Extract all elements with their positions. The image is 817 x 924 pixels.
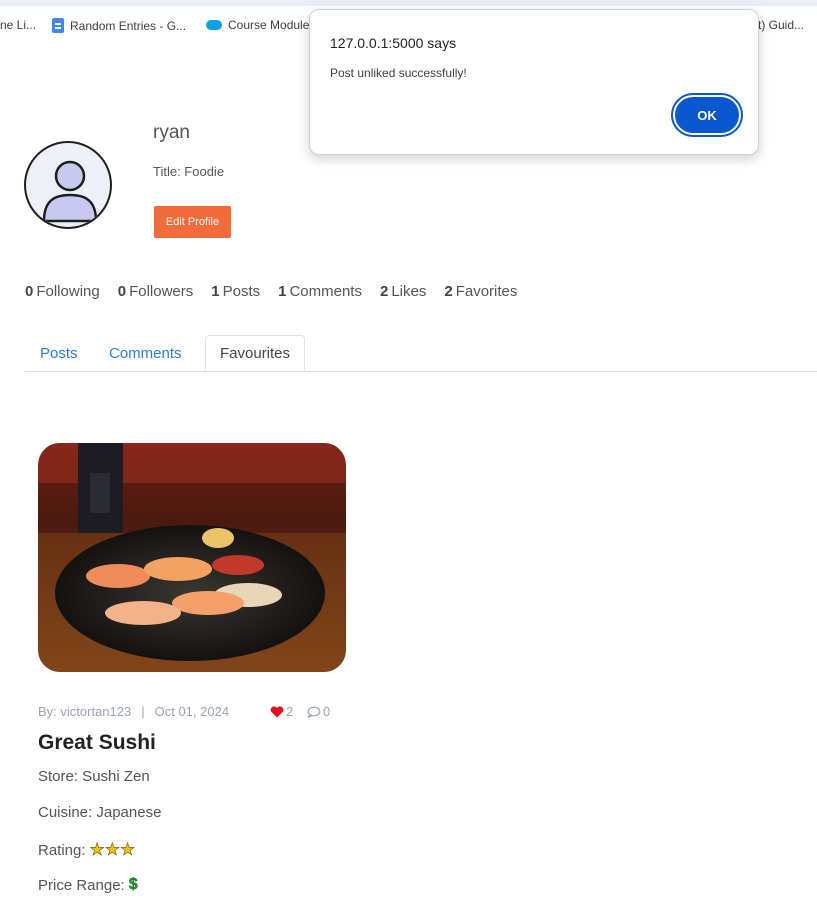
stat-favorites: 2 Favorites: [444, 283, 517, 300]
dialog-message: Post unliked successfully!: [330, 66, 467, 80]
sushi-photo: [38, 443, 346, 672]
stat-likes: 2 Likes: [380, 283, 426, 300]
stat-label: Comments: [289, 283, 362, 300]
heart-icon: [270, 705, 284, 717]
bookmark-random-entries[interactable]: Random Entries - G...: [52, 18, 186, 33]
edit-profile-button[interactable]: Edit Profile: [154, 206, 231, 238]
google-docs-icon: [52, 18, 64, 33]
stat-label: Likes: [391, 283, 427, 300]
alert-dialog: 127.0.0.1:5000 says Post unliked success…: [309, 9, 759, 155]
post-meta: By: victortan123 | Oct 01, 2024: [38, 704, 229, 719]
comment-icon: [307, 706, 321, 718]
post-cuisine: Cuisine: Japanese: [38, 804, 162, 821]
tab-posts[interactable]: Posts: [40, 335, 78, 371]
stat-label: Favorites: [455, 283, 518, 300]
bookmark-1[interactable]: ne Li...: [0, 18, 36, 32]
stat-followers[interactable]: 0 Followers: [118, 283, 194, 300]
comment-button[interactable]: 0: [307, 704, 330, 719]
profile-tabs: Posts Comments Favourites: [25, 335, 817, 372]
dialog-title: 127.0.0.1:5000 says: [330, 35, 457, 51]
price-dollars: $: [129, 876, 138, 894]
post-title[interactable]: Great Sushi: [38, 731, 156, 755]
star-icon: ★: [120, 840, 136, 860]
bookmark-guide[interactable]: t) Guid...: [758, 18, 804, 32]
like-count: 2: [286, 704, 294, 719]
bookmark-label: Course Module: [228, 18, 310, 32]
cloud-icon: [206, 20, 222, 30]
stat-count: 1: [278, 283, 287, 300]
post-store: Store: Sushi Zen: [38, 768, 150, 785]
tab-favourites[interactable]: Favourites: [205, 335, 306, 371]
dollar-icon: $: [128, 876, 138, 893]
profile-stats: 0 Following 0 Followers 1 Posts 1 Comments 2…: [25, 283, 517, 300]
post-rating: Rating: ★★★: [38, 840, 136, 860]
stat-count: 2: [444, 283, 453, 300]
bookmark-label: Random Entries - G...: [70, 18, 187, 33]
stat-following[interactable]: 0 Following: [25, 283, 100, 300]
profile-username: ryan: [153, 122, 190, 143]
meta-separator: |: [141, 704, 145, 719]
price-label: Price Range:: [38, 876, 125, 894]
ok-button[interactable]: OK: [671, 93, 743, 137]
bookmark-course-module[interactable]: Course Module: [206, 18, 309, 32]
stat-label: Following: [36, 283, 100, 300]
bookmark-label: t) Guid...: [758, 18, 805, 32]
stat-count: 0: [117, 283, 127, 300]
stat-posts: 1 Posts: [211, 283, 260, 300]
profile-title: Title: Foodie: [153, 164, 225, 179]
rating-label: Rating:: [38, 841, 86, 859]
stat-comments: 1 Comments: [278, 283, 362, 300]
comment-count: 0: [323, 704, 331, 719]
tab-comments[interactable]: Comments: [109, 335, 182, 371]
avatar: [24, 141, 112, 229]
post-image[interactable]: [38, 443, 346, 672]
post-author[interactable]: By: victortan123: [38, 704, 131, 719]
stat-label: Followers: [129, 283, 194, 300]
star-icon: ★: [104, 840, 121, 860]
stat-count: 1: [211, 283, 220, 300]
stat-count: 2: [379, 283, 389, 300]
avatar-dot: [98, 153, 102, 157]
stat-label: Posts: [222, 283, 261, 300]
star-icon: ★: [89, 840, 105, 860]
bookmark-label: ne Li...: [0, 18, 37, 32]
post-price-range: Price Range: $: [38, 876, 138, 894]
like-button[interactable]: 2: [270, 704, 293, 719]
post-date: Oct 01, 2024: [154, 704, 230, 719]
stat-count: 0: [25, 283, 34, 300]
rating-stars: ★★★: [89, 840, 136, 860]
